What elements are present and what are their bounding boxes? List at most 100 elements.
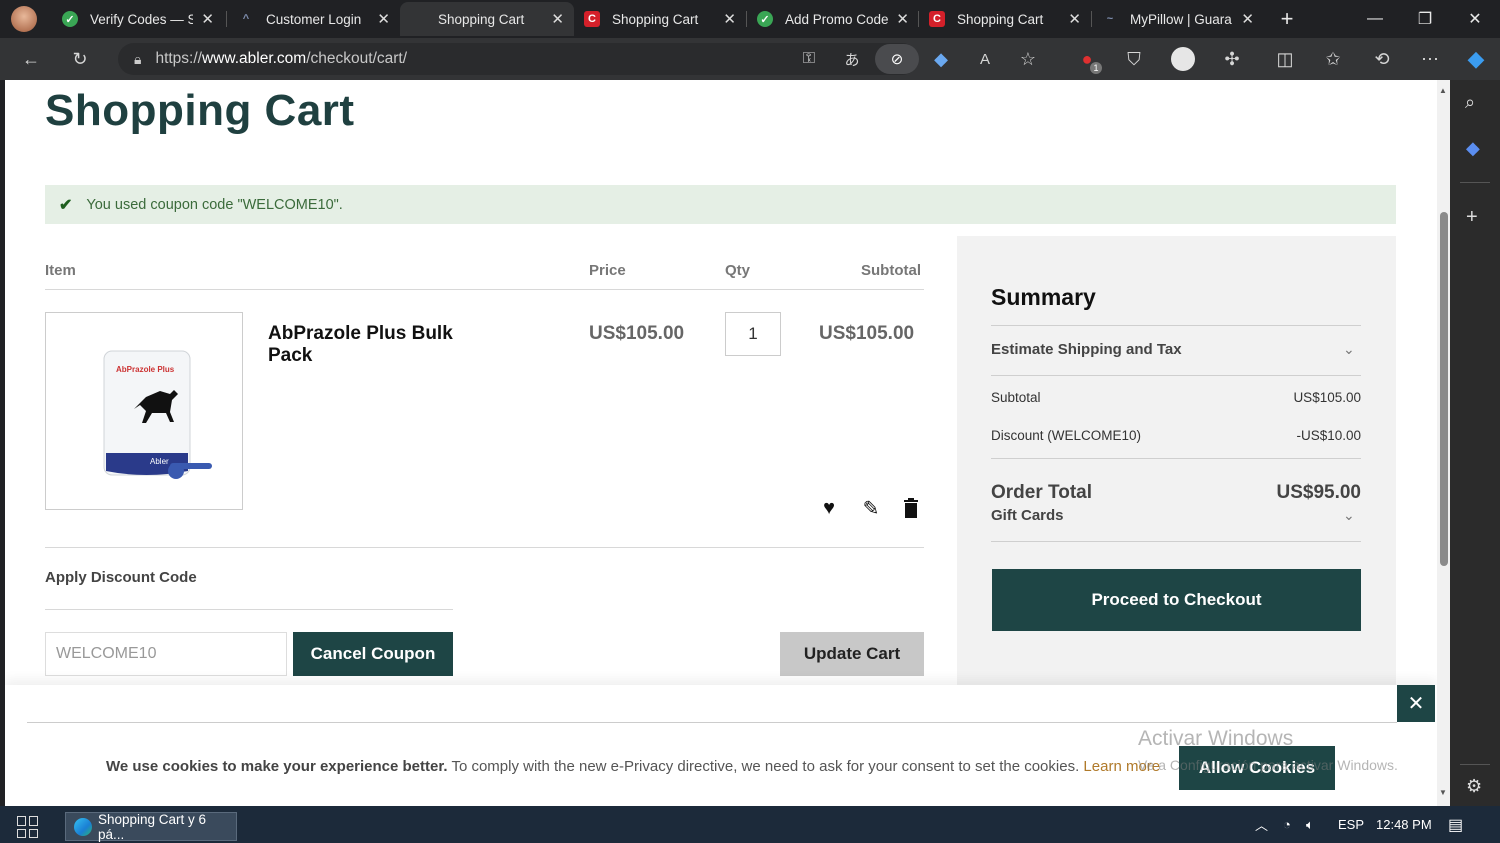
chevron-down-icon[interactable]: ⌄ — [1343, 507, 1355, 524]
cookie-bold-text: We use cookies to make your experience b… — [106, 758, 448, 775]
close-icon[interactable]: ✕ — [1397, 685, 1435, 722]
summary-title: Summary — [991, 284, 1096, 310]
edit-pencil-icon[interactable]: ✎ — [859, 496, 883, 520]
chevron-down-icon[interactable]: ⌄ — [1343, 341, 1355, 358]
taskbar-edge-app[interactable]: Shopping Cart y 6 pá... — [65, 812, 237, 842]
green-check-icon: ✓ — [757, 11, 773, 27]
coupon-success-message: ✔ You used coupon code "WELCOME10". — [45, 185, 1396, 224]
tab-shopping-cart-2[interactable]: C Shopping Cart ✕ — [574, 2, 746, 36]
tab-mypillow[interactable]: ~ MyPillow | Guara ✕ — [1092, 2, 1264, 36]
item-subtotal: US$105.00 — [819, 323, 915, 344]
window-close-icon[interactable]: ✕ — [1450, 0, 1500, 38]
coupon-code-input[interactable]: WELCOME10 — [45, 632, 287, 676]
coupon-tag-icon[interactable]: ◆ — [927, 45, 955, 73]
green-check-icon: ✓ — [62, 11, 78, 27]
key-icon[interactable]: ⚿ — [795, 45, 823, 73]
discount-row: Discount (WELCOME10) -US$10.00 — [991, 428, 1361, 443]
discount-label: Discount (WELCOME10) — [991, 428, 1142, 443]
extensions-puzzle-icon[interactable]: ✣ — [1218, 45, 1246, 73]
discount-value: -US$10.00 — [1296, 428, 1361, 443]
url-path: /checkout/cart/ — [306, 50, 408, 67]
translate-icon[interactable]: あ — [838, 45, 866, 73]
page-title: Shopping Cart — [45, 86, 355, 135]
cookie-body-text: To comply with the new e-Privacy directi… — [447, 758, 1080, 775]
close-icon[interactable]: ✕ — [377, 10, 390, 28]
close-icon[interactable]: ✕ — [896, 10, 909, 28]
shopping-tag-icon[interactable]: ◆ — [1466, 138, 1480, 159]
product-package-image — [103, 350, 212, 479]
tab-add-promo-code[interactable]: ✓ Add Promo Code ✕ — [747, 2, 919, 36]
shield-icon[interactable]: ⛉ — [1120, 45, 1148, 73]
new-tab-plus-icon[interactable]: + — [1262, 0, 1312, 38]
cancel-coupon-button[interactable]: Cancel Coupon — [293, 632, 453, 676]
header-subtotal: Subtotal — [861, 262, 921, 279]
copilot-icon[interactable]: ◆ — [1462, 45, 1490, 73]
favorites-icon[interactable]: ✩ — [1319, 45, 1347, 73]
add-sidebar-plus-icon[interactable]: + — [1466, 206, 1478, 229]
close-icon[interactable]: ✕ — [1068, 10, 1081, 28]
tab-label: Add Promo Code — [785, 11, 889, 27]
subtotal-label: Subtotal — [991, 390, 1041, 405]
product-name[interactable]: AbPrazole Plus Bulk Pack — [268, 323, 498, 367]
package-brand-text: AbPrazole Plus — [116, 365, 175, 374]
language-indicator[interactable]: ESP — [1338, 806, 1364, 843]
estimate-shipping-toggle[interactable]: Estimate Shipping and Tax — [991, 341, 1182, 358]
clock[interactable]: 12:48 PM — [1376, 806, 1432, 843]
header-qty: Qty — [725, 262, 751, 279]
order-total-value: US$95.00 — [1276, 482, 1361, 503]
extension-circle-icon[interactable] — [1169, 45, 1197, 73]
wishlist-heart-icon[interactable]: ♥ — [817, 496, 841, 520]
tab-shopping-cart-active[interactable]: Shopping Cart ✕ — [400, 2, 574, 36]
coupon-message-text: You used coupon code "WELCOME10". — [86, 196, 343, 213]
minimize-icon[interactable]: — — [1350, 0, 1400, 38]
close-icon[interactable]: ✕ — [551, 10, 564, 28]
restore-icon[interactable]: ❐ — [1400, 0, 1450, 38]
favorite-star-icon[interactable]: ☆ — [1014, 45, 1042, 73]
order-summary-panel: Summary Estimate Shipping and Tax ⌄ Subt… — [957, 236, 1396, 706]
profile-avatar[interactable] — [11, 6, 37, 32]
extension-badge: 1 — [1090, 62, 1102, 74]
subtotal-row: Subtotal US$105.00 — [991, 390, 1361, 405]
volume-icon[interactable]: 🔈︎ — [1306, 806, 1314, 843]
start-grid-icon[interactable] — [17, 816, 39, 838]
red-c-icon: C — [584, 11, 600, 27]
order-total-row: Order Total US$95.00 — [991, 482, 1361, 504]
update-cart-button[interactable]: Update Cart — [780, 632, 924, 676]
back-arrow-icon[interactable]: ← — [17, 45, 45, 73]
more-menu-icon[interactable]: ⋯ — [1416, 45, 1444, 73]
scrollbar-thumb[interactable] — [1440, 212, 1448, 566]
split-screen-icon[interactable]: ◫ — [1271, 45, 1299, 73]
item-divider — [45, 547, 924, 548]
scroll-up-arrow-icon[interactable]: ▲ — [1439, 86, 1447, 95]
gift-cards-toggle[interactable]: Gift Cards — [991, 507, 1064, 524]
close-icon[interactable]: ✕ — [723, 10, 736, 28]
settings-gear-icon[interactable]: ⚙ — [1466, 776, 1482, 797]
discount-divider — [45, 609, 453, 610]
cookie-notice-bar: ✕ We use cookies to make your experience… — [5, 685, 1437, 806]
close-icon[interactable]: ✕ — [201, 10, 214, 28]
tab-customer-login[interactable]: ^ Customer Login ✕ — [228, 2, 400, 36]
apply-discount-label[interactable]: Apply Discount Code — [45, 569, 197, 586]
activate-windows-subtitle: Ve a Configuración para activar Windows. — [1138, 757, 1398, 773]
quantity-input[interactable]: 1 — [725, 312, 781, 356]
wifi-icon[interactable]: ◔ — [1283, 806, 1291, 843]
blank-favicon-icon — [410, 11, 426, 27]
tray-chevron-up-icon[interactable]: ︿ — [1255, 806, 1268, 843]
tab-label: Shopping Cart — [438, 11, 525, 27]
tab-label: Shopping Cart — [957, 11, 1044, 27]
tab-verify-codes[interactable]: ✓ Verify Codes — S ✕ — [52, 2, 224, 36]
page-content: Shopping Cart ✔ You used coupon code "WE… — [5, 80, 1437, 806]
tracking-prevention-icon[interactable]: ⊘ — [875, 44, 919, 74]
history-icon[interactable]: ⟲ — [1368, 45, 1396, 73]
proceed-to-checkout-button[interactable]: Proceed to Checkout — [992, 569, 1361, 631]
scroll-down-arrow-icon[interactable]: ▼ — [1439, 788, 1447, 797]
product-image[interactable]: AbPrazole Plus Abler — [45, 312, 243, 510]
refresh-icon[interactable]: ↻ — [66, 45, 94, 73]
header-divider — [45, 289, 924, 290]
notifications-icon[interactable]: ▤ — [1448, 806, 1463, 843]
delete-trash-icon[interactable] — [899, 496, 923, 520]
tab-shopping-cart-3[interactable]: C Shopping Cart ✕ — [919, 2, 1091, 36]
read-aloud-icon[interactable]: A — [971, 45, 999, 73]
close-icon[interactable]: ✕ — [1241, 10, 1254, 28]
search-icon[interactable]: ⌕ — [1465, 92, 1475, 113]
